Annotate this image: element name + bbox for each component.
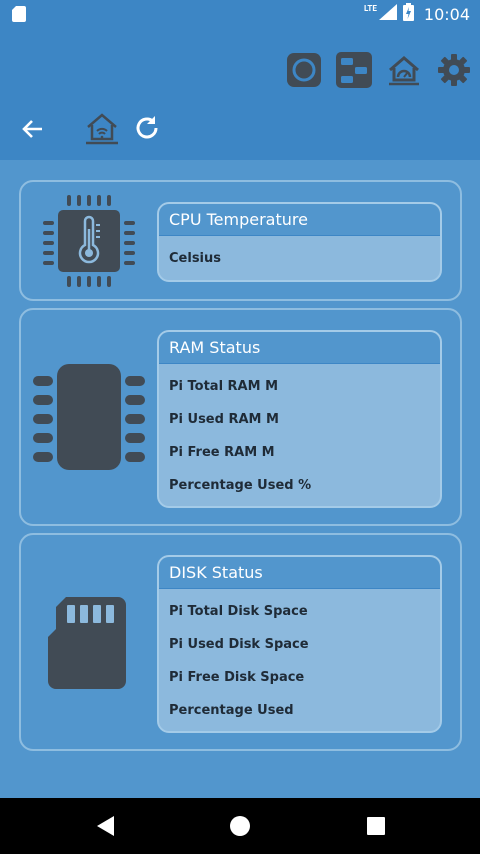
toggles-icon[interactable] [336, 52, 372, 88]
network-type: LTE [363, 3, 377, 13]
disk-percentage: Percentage Used [169, 703, 294, 718]
disk-free: Pi Free Disk Space [169, 670, 305, 685]
home-wifi-icon[interactable] [85, 110, 119, 146]
status-bar: LTE 10:04 [0, 0, 480, 28]
circle-icon[interactable] [286, 52, 322, 88]
sd-card-icon [48, 597, 128, 693]
back-triangle-icon[interactable] [94, 814, 118, 838]
battery-charging-icon [402, 3, 414, 25]
app-bar [0, 28, 480, 160]
disk-used: Pi Used Disk Space [169, 637, 309, 652]
sd-card-icon [12, 6, 26, 26]
ram-percentage: Percentage Used % [169, 478, 312, 493]
disk-card-title: DISK Status [159, 557, 440, 589]
home-circle-icon[interactable] [228, 814, 252, 838]
cpu-chip-icon [41, 193, 137, 293]
disk-panel: DISK Status Pi Total Disk Space Pi Used … [19, 533, 462, 751]
settings-icon[interactable] [436, 52, 472, 88]
cpu-card-title: CPU Temperature [159, 204, 440, 236]
ram-card-title: RAM Status [159, 332, 440, 364]
ram-free: Pi Free RAM M [169, 445, 275, 460]
ram-total: Pi Total RAM M [169, 379, 279, 394]
toolbar-icons [286, 52, 472, 88]
system-nav-bar [0, 798, 480, 854]
clock: 10:04 [423, 4, 470, 24]
ram-panel: RAM Status Pi Total RAM M Pi Used RAM M … [19, 308, 462, 526]
signal-icon [378, 4, 397, 24]
cpu-panel: CPU Temperature Celsius [19, 180, 462, 301]
nav-row [0, 110, 480, 150]
ram-used: Pi Used RAM M [169, 412, 279, 427]
disk-total: Pi Total Disk Space [169, 604, 308, 619]
back-arrow-icon[interactable] [20, 116, 48, 144]
disk-card: DISK Status Pi Total Disk Space Pi Used … [157, 555, 442, 733]
refresh-icon[interactable] [133, 114, 163, 144]
recents-square-icon[interactable] [364, 814, 388, 838]
cpu-temp-value: Celsius [169, 251, 221, 266]
ram-chip-icon [33, 362, 145, 476]
cpu-card: CPU Temperature Celsius [157, 202, 442, 282]
ram-card: RAM Status Pi Total RAM M Pi Used RAM M … [157, 330, 442, 508]
home-dashboard-icon[interactable] [386, 52, 422, 88]
